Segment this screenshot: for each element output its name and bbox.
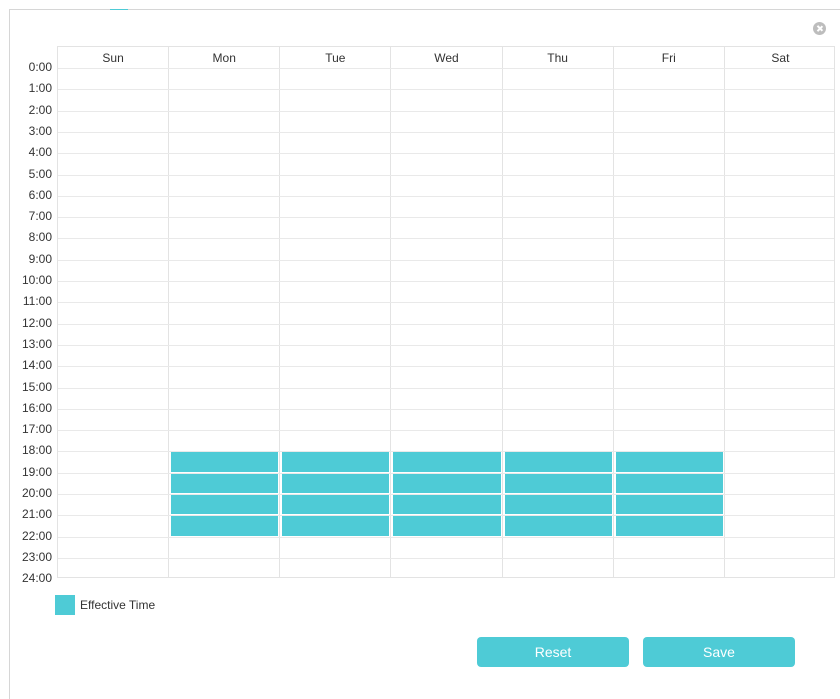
hour-gridline [58, 366, 834, 368]
time-label: 10:00 [21, 273, 52, 287]
tab-accent-line [110, 9, 128, 10]
hour-gridline [58, 153, 834, 155]
time-label: 22:00 [21, 528, 52, 543]
time-label: 21:00 [21, 507, 52, 522]
effective-slot-thu-20[interactable] [504, 495, 612, 515]
time-label: 6:00 [28, 187, 52, 202]
effective-slot-fri-20[interactable] [615, 495, 723, 515]
schedule-grid: Sun Mon Tue Wed Thu Fri Sat [57, 46, 835, 578]
time-label: 15:00 [21, 379, 52, 394]
effective-time-swatch [55, 595, 75, 615]
hour-gridline [58, 281, 834, 282]
day-header-tue: Tue [325, 51, 346, 65]
effective-slot-fri-19[interactable] [615, 473, 723, 493]
effective-slot-tue-18[interactable] [282, 452, 390, 472]
effective-slot-mon-20[interactable] [171, 495, 279, 515]
effective-slot-thu-21[interactable] [504, 516, 612, 536]
time-label: 17:00 [21, 422, 52, 437]
hour-gridline [58, 174, 834, 176]
time-label: 5:00 [28, 166, 52, 181]
hour-gridline [58, 259, 834, 261]
day-header-wed: Wed [434, 51, 459, 65]
hour-gridline [58, 302, 834, 304]
time-label: 20:00 [21, 486, 52, 500]
hour-gridline [58, 387, 834, 389]
hour-gridline [58, 68, 834, 69]
time-label: 9:00 [28, 251, 52, 266]
effective-slot-wed-20[interactable] [393, 495, 501, 515]
save-button[interactable]: Save [643, 637, 795, 667]
time-label: 4:00 [28, 145, 52, 160]
effective-slot-wed-21[interactable] [393, 516, 501, 536]
hour-gridline [58, 430, 834, 432]
hour-gridline [58, 238, 834, 240]
effective-slot-mon-21[interactable] [171, 516, 279, 536]
time-label: 16:00 [21, 400, 52, 415]
day-header-thu: Thu [547, 51, 568, 65]
day-header-sun: Sun [102, 51, 124, 65]
effective-slot-thu-18[interactable] [504, 452, 612, 472]
hour-gridline [58, 195, 834, 197]
hour-gridline [58, 110, 834, 112]
time-label: 12:00 [21, 315, 52, 330]
hour-gridline [58, 323, 834, 325]
time-label: 1:00 [28, 81, 52, 96]
hour-gridline [58, 408, 834, 410]
effective-slot-fri-18[interactable] [615, 452, 723, 472]
hour-gridline [58, 131, 834, 133]
time-label: 8:00 [28, 230, 52, 245]
effective-time-label: Effective Time [80, 598, 156, 612]
time-label: 3:00 [28, 123, 52, 138]
day-header-sat: Sat [771, 51, 790, 65]
time-label: 2:00 [28, 102, 52, 117]
time-label: 7:00 [28, 209, 52, 224]
time-label: 24:00 [21, 571, 52, 586]
time-label: 19:00 [21, 464, 52, 479]
effective-slot-thu-19[interactable] [504, 473, 612, 493]
time-label: 13:00 [21, 336, 52, 351]
day-column-sat: Sat [725, 47, 836, 577]
hour-gridline [58, 89, 834, 91]
time-label: 14:00 [21, 358, 52, 373]
reset-button[interactable]: Reset [477, 637, 629, 667]
hour-gridline [58, 536, 834, 538]
time-label: 0:00 [28, 60, 52, 74]
effective-slot-fri-21[interactable] [615, 516, 723, 536]
hour-gridline [58, 344, 834, 346]
effective-slot-wed-18[interactable] [393, 452, 501, 472]
effective-slot-mon-18[interactable] [171, 452, 279, 472]
day-header-fri: Fri [661, 51, 676, 65]
effective-slot-wed-19[interactable] [393, 473, 501, 493]
day-column-sun: Sun [58, 47, 170, 577]
effective-slot-mon-19[interactable] [171, 473, 279, 493]
hour-gridline [58, 557, 834, 559]
effective-slot-tue-20[interactable] [282, 495, 390, 515]
time-label: 18:00 [21, 443, 52, 458]
effective-slot-tue-19[interactable] [282, 473, 390, 493]
time-label: 11:00 [22, 294, 52, 309]
close-icon[interactable] [813, 22, 826, 35]
time-label: 23:00 [21, 549, 52, 564]
day-header-mon: Mon [212, 51, 236, 65]
effective-slot-tue-21[interactable] [282, 516, 390, 536]
hour-gridline [58, 217, 834, 219]
